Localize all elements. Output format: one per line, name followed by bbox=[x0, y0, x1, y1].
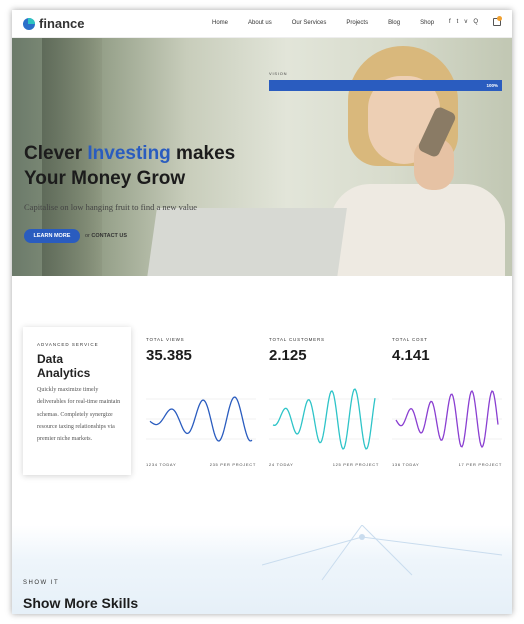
facebook-icon[interactable]: f bbox=[449, 19, 451, 25]
stat-label: TOTAL COST bbox=[392, 337, 428, 342]
hero-title-accent: Investing bbox=[87, 143, 171, 164]
social-links: f t v Q bbox=[449, 19, 484, 25]
stat-foot-per-project: 17 PER PROJECT bbox=[458, 462, 502, 467]
stat-wave-chart bbox=[146, 396, 256, 442]
service-kicker: ADVANCED SERVICE bbox=[37, 342, 99, 347]
twitter-icon[interactable]: t bbox=[457, 19, 459, 25]
logo-icon bbox=[23, 17, 35, 30]
hero-section: Clever Investing makes Your Money Grow C… bbox=[12, 38, 512, 276]
service-title: Data Analytics bbox=[37, 352, 91, 380]
stat-value: 35.385 bbox=[146, 347, 192, 364]
skills-kicker: SHOW IT bbox=[23, 580, 60, 586]
main-nav: Home About us Our Services Projects Blog… bbox=[212, 20, 454, 26]
skill-percent: 100% bbox=[486, 83, 498, 88]
logo[interactable]: finance bbox=[23, 16, 85, 31]
stat-total-cost: TOTAL COST 4.141 136 TODAY 17 PER PROJEC… bbox=[392, 337, 502, 467]
page-frame: finance Home About us Our Services Proje… bbox=[12, 10, 512, 614]
stat-value: 2.125 bbox=[269, 347, 307, 364]
service-card: ADVANCED SERVICE Data Analytics Quickly m… bbox=[23, 327, 131, 475]
hero-title: Clever Investing makes Your Money Grow bbox=[24, 143, 236, 189]
nav-blog[interactable]: Blog bbox=[388, 20, 400, 26]
stat-foot-today: 136 TODAY bbox=[392, 462, 420, 467]
stat-total-customers: TOTAL CUSTOMERS 2.125 24 TODAY 125 PER P… bbox=[269, 337, 379, 467]
stat-label: TOTAL CUSTOMERS bbox=[269, 337, 325, 342]
contact-link-wrap: or CONTACT US bbox=[85, 233, 128, 239]
nav-shop[interactable]: Shop bbox=[420, 20, 434, 26]
logo-text: finance bbox=[39, 16, 85, 31]
search-icon[interactable]: Q bbox=[473, 19, 478, 25]
stat-foot-today: 1234 TODAY bbox=[146, 462, 177, 467]
contact-us-link[interactable]: CONTACT US bbox=[91, 233, 127, 239]
stat-wave-chart bbox=[269, 388, 379, 450]
stat-foot-today: 24 TODAY bbox=[269, 462, 294, 467]
stat-foot-per-project: 125 PER PROJECT bbox=[332, 462, 379, 467]
skills-title: Show More Skills bbox=[23, 595, 139, 611]
learn-more-button[interactable]: LEARN MORE bbox=[24, 229, 80, 243]
service-description: Quickly maximize timely deliverables for… bbox=[37, 387, 121, 443]
skill-label-vision: VISION bbox=[269, 71, 288, 76]
stat-label: TOTAL VIEWS bbox=[146, 337, 185, 342]
stat-value: 4.141 bbox=[392, 347, 430, 364]
stat-wave-chart bbox=[392, 389, 502, 449]
cart-badge bbox=[497, 16, 502, 21]
nav-about-us[interactable]: About us bbox=[248, 20, 272, 26]
stat-total-views: TOTAL VIEWS 35.385 1234 TODAY 235 PER PR… bbox=[146, 337, 256, 467]
nav-our-services[interactable]: Our Services bbox=[292, 20, 327, 26]
stat-foot-per-project: 235 PER PROJECT bbox=[209, 462, 256, 467]
skill-bar-fill bbox=[269, 80, 502, 91]
nav-home[interactable]: Home bbox=[212, 20, 228, 26]
network-background-graphic bbox=[262, 525, 503, 581]
hero-photo-laptop bbox=[147, 208, 347, 276]
site-header: finance Home About us Our Services Proje… bbox=[12, 10, 512, 38]
vimeo-icon[interactable]: v bbox=[464, 19, 467, 25]
skill-bar-vision: 100% bbox=[269, 80, 502, 91]
hero-subtitle: Capitalise on low hanging fruit to find … bbox=[24, 202, 198, 212]
nav-projects[interactable]: Projects bbox=[346, 20, 368, 26]
skills-section: SHOW IT Show More Skills bbox=[12, 525, 512, 614]
